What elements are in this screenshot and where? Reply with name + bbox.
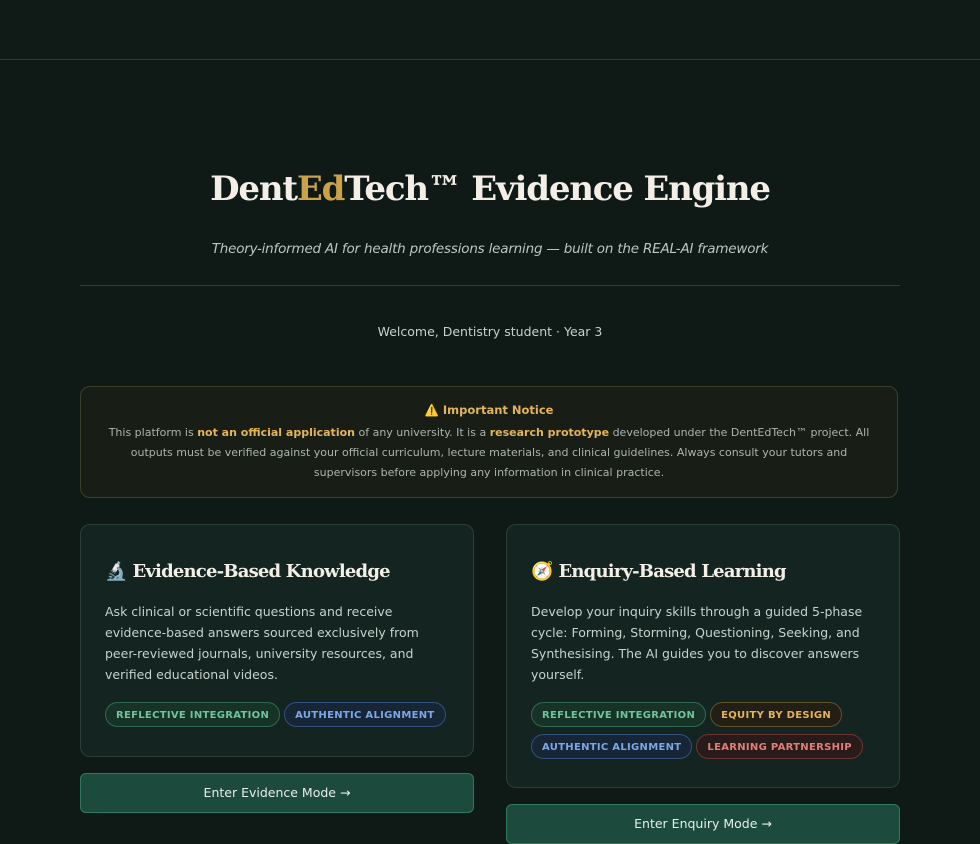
enter-enquiry-mode-button[interactable]: Enter Enquiry Mode → xyxy=(506,804,900,844)
evidence-card-title: 🔬 Evidence-Based Knowledge xyxy=(105,561,391,582)
notice-title-text: Important Notice xyxy=(442,403,554,417)
page-title: DentEdTech™ Evidence Engine xyxy=(0,168,980,210)
title-ed: Ed xyxy=(296,169,346,209)
enquiry-tags: REFLECTIVE INTEGRATION EQUITY BY DESIGN AU… xyxy=(531,702,881,766)
tag-authentic-alignment: AUTHENTIC ALIGNMENT xyxy=(284,702,446,727)
enquiry-card: 🧭 Enquiry-Based Learning Develop your in… xyxy=(506,524,900,788)
tag-equity-by-design: EQUITY BY DESIGN xyxy=(710,702,843,727)
notice-title: ⚠️ Important Notice xyxy=(81,403,897,417)
page-subtitle: Theory-informed AI for health profession… xyxy=(211,241,769,257)
enter-evidence-mode-button[interactable]: Enter Evidence Mode → xyxy=(80,773,474,813)
warning-icon: ⚠️ xyxy=(424,403,439,417)
evidence-card: 🔬 Evidence-Based Knowledge Ask clinical … xyxy=(80,524,474,757)
enquiry-title-text: Enquiry-Based Learning xyxy=(558,561,786,582)
notice-body: This platform is not an official applica… xyxy=(107,423,871,483)
evidence-title-text: Evidence-Based Knowledge xyxy=(132,561,390,582)
notice-bold-1: not an official application xyxy=(197,426,355,439)
compass-icon: 🧭 xyxy=(531,561,553,582)
title-dent: Dent xyxy=(210,169,298,209)
notice-text-1: This platform is xyxy=(108,426,198,439)
title-tech: Tech™ Evidence Engine xyxy=(344,169,771,209)
enquiry-card-title: 🧭 Enquiry-Based Learning xyxy=(531,561,787,582)
evidence-tags: REFLECTIVE INTEGRATION AUTHENTIC ALIGNMEN… xyxy=(105,702,455,734)
enquiry-card-description: Develop your inquiry skills through a gu… xyxy=(531,604,863,682)
tag-authentic-alignment: AUTHENTIC ALIGNMENT xyxy=(531,734,693,759)
hero-section: DentEdTech™ Evidence Engine Theory-infor… xyxy=(0,60,980,257)
welcome-message: Welcome, Dentistry student · Year 3 xyxy=(377,324,603,339)
microscope-icon: 🔬 xyxy=(105,561,127,582)
top-bar xyxy=(0,0,980,60)
tag-learning-partnership: LEARNING PARTNERSHIP xyxy=(696,734,863,759)
notice-text-2: of any university. It is a xyxy=(354,426,490,439)
important-notice: ⚠️ Important Notice This platform is not… xyxy=(80,386,898,498)
tag-reflective-integration: REFLECTIVE INTEGRATION xyxy=(105,702,281,727)
divider xyxy=(80,285,900,286)
notice-bold-2: research prototype xyxy=(489,426,610,439)
tag-reflective-integration: REFLECTIVE INTEGRATION xyxy=(531,702,707,727)
evidence-card-description: Ask clinical or scientific questions and… xyxy=(105,604,419,682)
